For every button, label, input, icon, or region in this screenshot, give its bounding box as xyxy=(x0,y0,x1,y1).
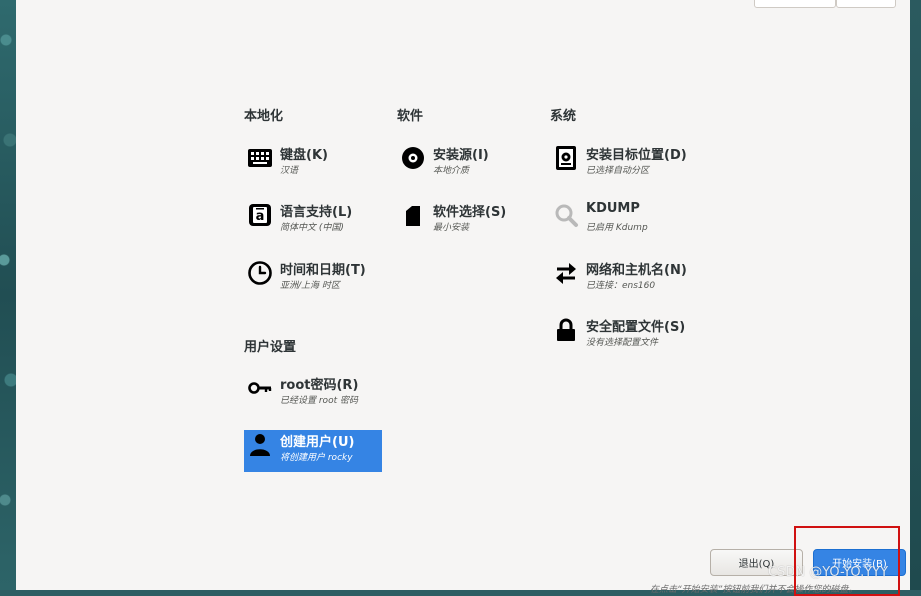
spoke-root-status: 已经设置 root 密码 xyxy=(280,396,358,406)
spoke-network-label: 网络和主机名(N) xyxy=(586,263,687,278)
spoke-root-label: root密码(R) xyxy=(280,378,359,393)
section-title-software: 软件 xyxy=(397,109,424,124)
highlight-annotation-box xyxy=(794,526,900,596)
spoke-destination-status: 已选择自动分区 xyxy=(586,166,650,176)
section-title-localization: 本地化 xyxy=(244,109,284,124)
keyboard-layout-indicator[interactable] xyxy=(754,0,836,8)
spoke-software-status: 最小安装 xyxy=(433,223,470,233)
package-icon xyxy=(406,206,420,226)
spoke-software-label: 软件选择(S) xyxy=(433,205,507,220)
spoke-user-status: 将创建用户 rocky xyxy=(280,453,353,463)
spoke-network-hostname[interactable]: 网络和主机名(N) 已连接：ens160 xyxy=(550,258,688,300)
help-button[interactable] xyxy=(836,0,896,8)
spoke-keyboard-label: 键盘(K) xyxy=(280,148,328,163)
svg-text:a: a xyxy=(256,209,265,224)
network-arrows-icon xyxy=(556,263,576,284)
spoke-kdump-label: KDUMP xyxy=(586,201,640,216)
spoke-installation-source[interactable]: 安装源(I) 本地介质 xyxy=(397,143,535,185)
spoke-security-status: 没有选择配置文件 xyxy=(586,338,659,348)
disc-icon xyxy=(402,147,424,169)
spoke-keyboard-status: 汉语 xyxy=(280,166,299,176)
spoke-time-label: 时间和日期(T) xyxy=(280,263,366,278)
spoke-language[interactable]: a 语言支持(L) 简体中文 (中国) xyxy=(244,200,382,242)
section-title-system: 系统 xyxy=(550,109,577,124)
spoke-kdump[interactable]: KDUMP 已启用 Kdump xyxy=(550,200,688,242)
spoke-time-status: 亚洲/上海 时区 xyxy=(280,281,340,291)
magnifier-icon xyxy=(555,204,578,227)
section-title-user-settings: 用户设置 xyxy=(244,340,297,355)
spoke-security-label: 安全配置文件(S) xyxy=(586,320,686,335)
spoke-language-label: 语言支持(L) xyxy=(280,205,353,220)
keyboard-icon xyxy=(248,149,272,167)
spoke-language-status: 简体中文 (中国) xyxy=(280,223,344,233)
lock-icon xyxy=(557,318,575,341)
spoke-network-status: 已连接：ens160 xyxy=(586,281,656,291)
installation-summary-panel: 本地化 软件 系统 用户设置 键盘(K) 汉语 a 语言支持(L) 简体中文 (… xyxy=(16,0,910,595)
harddisk-icon xyxy=(556,146,576,170)
spoke-security-profile[interactable]: 安全配置文件(S) 没有选择配置文件 xyxy=(550,315,688,357)
spoke-installation-destination[interactable]: 安装目标位置(D) 已选择自动分区 xyxy=(550,143,688,185)
user-icon xyxy=(250,434,270,456)
desktop-background-right xyxy=(910,0,921,590)
spoke-root-password[interactable]: root密码(R) 已经设置 root 密码 xyxy=(244,373,382,415)
spoke-kdump-status: 已启用 Kdump xyxy=(586,223,648,233)
spoke-destination-label: 安装目标位置(D) xyxy=(586,148,687,163)
key-icon xyxy=(248,382,272,394)
language-icon: a xyxy=(249,204,271,226)
desktop-background-left xyxy=(0,0,16,590)
spoke-time-date[interactable]: 时间和日期(T) 亚洲/上海 时区 xyxy=(244,258,382,300)
spoke-software-selection[interactable]: 软件选择(S) 最小安装 xyxy=(397,200,535,242)
clock-icon xyxy=(248,261,272,285)
spoke-source-label: 安装源(I) xyxy=(433,148,489,163)
spoke-user-label: 创建用户(U) xyxy=(280,435,355,450)
spoke-keyboard[interactable]: 键盘(K) 汉语 xyxy=(244,143,382,185)
spoke-source-status: 本地介质 xyxy=(433,166,470,176)
spoke-create-user[interactable]: 创建用户(U) 将创建用户 rocky xyxy=(244,430,382,472)
